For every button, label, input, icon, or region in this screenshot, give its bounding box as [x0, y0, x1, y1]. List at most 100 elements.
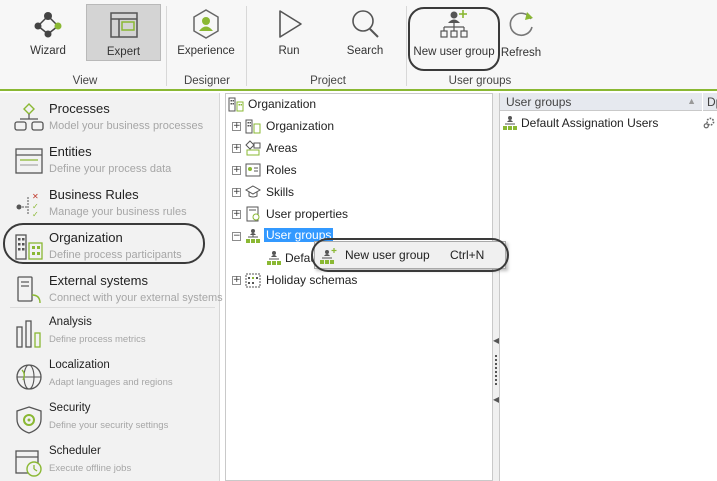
column-header-dp[interactable]: Dp — [703, 93, 717, 111]
new-user-group-button[interactable]: New user group — [410, 4, 498, 62]
nav-item-business-rules[interactable]: ✕ ✓ ✓ Business Rules Manage your busines… — [10, 185, 218, 227]
nav-item-security[interactable]: Security Define your security settings — [10, 401, 218, 443]
globe-icon — [16, 364, 42, 390]
wizard-button[interactable]: Wizard — [10, 4, 86, 62]
nav-item-processes[interactable]: Processes Model your business processes — [10, 99, 218, 141]
wizard-label: Wizard — [30, 45, 66, 57]
user-properties-icon — [246, 206, 260, 222]
tree-node-label: User groups — [264, 228, 334, 242]
context-menu-shortcut: Ctrl+N — [450, 248, 485, 262]
nav-title: External systems — [49, 273, 148, 288]
nav-subtitle: Define process participants — [49, 249, 182, 261]
group-label-project: Project — [310, 75, 346, 87]
search-icon — [352, 10, 379, 38]
nav-subtitle: Define your process data — [49, 163, 172, 175]
user-group-icon — [267, 251, 281, 265]
areas-icon — [245, 140, 261, 156]
run-button[interactable]: Run — [255, 4, 323, 62]
user-groups-grid: User groups ▲ Dp Default Assignation Use… — [499, 93, 717, 481]
tree-node-label: Organization — [266, 119, 335, 133]
svg-text:✓: ✓ — [32, 210, 39, 219]
expert-label: Expert — [106, 46, 141, 58]
collapse-icon[interactable]: − — [232, 232, 241, 241]
group-label-user-groups: User groups — [448, 75, 512, 87]
expand-icon[interactable]: + — [232, 166, 241, 175]
column-header-label: User groups — [506, 95, 572, 109]
user-group-add-icon — [320, 248, 337, 264]
user-group-icon — [246, 229, 260, 243]
organization-tree: Organization + Organization + Areas + Ro… — [225, 93, 493, 481]
settings-icon[interactable] — [703, 116, 716, 129]
tree-node-user-properties[interactable]: + User properties — [232, 205, 432, 223]
expand-icon[interactable]: + — [232, 188, 241, 197]
nav-subtitle: Define your security settings — [49, 420, 169, 431]
nav-item-localization[interactable]: Localization Adapt languages and regions — [10, 358, 218, 400]
user-group-icon — [503, 116, 517, 130]
nav-title: Security — [49, 402, 91, 414]
expand-icon[interactable]: + — [232, 144, 241, 153]
nav-divider — [10, 307, 215, 308]
expert-button[interactable]: Expert — [86, 4, 161, 61]
tree-node-organization[interactable]: + Organization — [232, 117, 432, 135]
tree-node-label: Holiday schemas — [266, 273, 358, 287]
nav-title: Analysis — [49, 316, 92, 328]
tree-node-label: Defau — [285, 251, 318, 265]
expand-icon[interactable]: + — [232, 276, 241, 285]
nav-subtitle: Model your business processes — [49, 120, 204, 132]
nav-title: Processes — [49, 101, 110, 116]
entities-icon — [15, 148, 43, 174]
refresh-icon — [509, 12, 533, 36]
wizard-icon — [34, 12, 62, 38]
expert-icon — [109, 12, 138, 38]
nav-title: Localization — [49, 359, 110, 371]
experience-button[interactable]: Experience — [172, 4, 240, 62]
analysis-icon — [16, 320, 41, 348]
organization-icon — [228, 97, 244, 112]
row-label: Default Assignation Users — [521, 116, 659, 130]
sort-ascending-icon: ▲ — [687, 96, 696, 106]
nav-item-scheduler[interactable]: Scheduler Execute offline jobs — [10, 444, 218, 481]
tree-node-skills[interactable]: + Skills — [232, 183, 432, 201]
graduation-cap-icon — [245, 185, 261, 198]
tree-node-label: User properties — [266, 207, 349, 221]
roles-icon — [245, 163, 261, 177]
expand-icon[interactable]: + — [232, 122, 241, 131]
nav-subtitle: Adapt languages and regions — [49, 377, 173, 388]
shield-icon — [16, 406, 42, 434]
scheduler-icon — [15, 450, 42, 477]
nav-subtitle: Manage your business rules — [49, 206, 187, 218]
tree-node-label: Areas — [266, 141, 298, 155]
nav-title: Business Rules — [49, 187, 139, 202]
table-row[interactable]: Default Assignation Users — [500, 113, 717, 133]
svg-text:✕: ✕ — [32, 192, 39, 201]
refresh-label: Refresh — [500, 47, 542, 59]
group-separator — [406, 6, 407, 86]
nav-item-entities[interactable]: Entities Define your process data — [10, 142, 218, 184]
expand-icon[interactable]: + — [232, 210, 241, 219]
refresh-button[interactable]: Refresh — [498, 4, 544, 62]
search-label: Search — [346, 45, 384, 57]
nav-title: Entities — [49, 144, 92, 159]
nav-title: Organization — [49, 230, 123, 245]
tree-node-holiday-schemas[interactable]: + Holiday schemas — [232, 271, 432, 289]
tree-node-roles[interactable]: + Roles — [232, 161, 432, 179]
splitter-grip[interactable] — [495, 355, 497, 385]
organization-icon — [245, 119, 261, 134]
context-menu-item-new-user-group[interactable]: New user group Ctrl+N — [315, 242, 505, 268]
tree-root[interactable]: Organization — [228, 95, 428, 113]
user-group-add-icon — [440, 10, 468, 38]
search-button[interactable]: Search — [331, 4, 399, 62]
tree-node-areas[interactable]: + Areas — [232, 139, 432, 157]
ribbon-toolbar: Wizard Expert Experience Run Search New … — [0, 0, 717, 91]
nav-title: Scheduler — [49, 445, 101, 457]
nav-item-organization[interactable]: Organization Define process participants — [10, 228, 218, 270]
experience-label: Experience — [177, 45, 235, 57]
run-label: Run — [278, 45, 300, 57]
nav-subtitle: Execute offline jobs — [49, 463, 132, 474]
business-rules-icon: ✕ ✓ ✓ — [16, 192, 39, 219]
column-header-label: Dp — [707, 95, 717, 109]
nav-item-analysis[interactable]: Analysis Define process metrics — [10, 315, 218, 357]
left-navigation: Processes Model your business processes … — [0, 93, 223, 481]
column-header-user-groups[interactable]: User groups ▲ — [500, 93, 702, 111]
external-systems-icon — [17, 276, 41, 304]
